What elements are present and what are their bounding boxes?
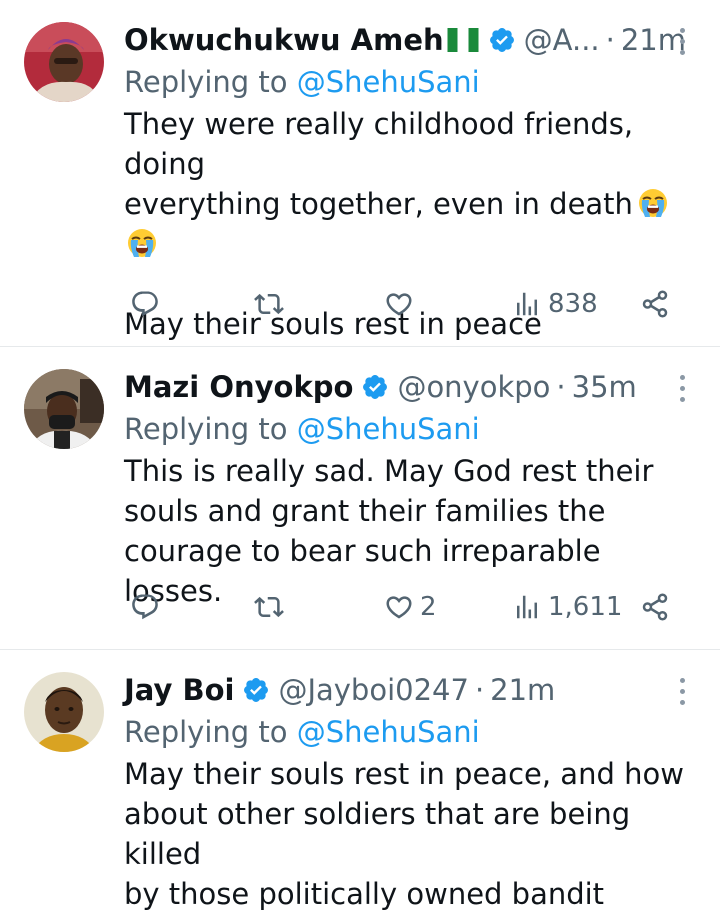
retweet-button[interactable] xyxy=(254,587,284,627)
author-name[interactable]: Okwuchukwu Ameh xyxy=(124,23,444,57)
verified-badge-icon xyxy=(361,373,389,401)
author-name[interactable]: Jay Boi xyxy=(124,673,234,707)
views-icon xyxy=(512,592,542,622)
tweet[interactable]: Okwuchukwu Ameh @A... · 21m Replying to … xyxy=(0,0,720,347)
verified-badge-icon xyxy=(242,676,270,704)
tweet[interactable]: Jay Boi @Jayboi0247 · 21m Replying to @S… xyxy=(0,650,720,911)
replying-label: Replying to xyxy=(124,715,288,749)
views-icon xyxy=(512,289,542,319)
reply-mention-link[interactable]: @ShehuSani xyxy=(297,65,480,99)
nigeria-flag-icon xyxy=(447,28,479,52)
loudly-crying-face-icon xyxy=(637,187,669,219)
separator-dot: · xyxy=(605,23,615,57)
more-options-icon[interactable] xyxy=(678,22,686,55)
tweet-text-line: They were really childhood friends, doin… xyxy=(124,107,643,181)
share-icon xyxy=(640,592,670,622)
replying-to: Replying to @ShehuSani xyxy=(124,62,700,102)
verified-badge-icon xyxy=(488,26,516,54)
avatar[interactable] xyxy=(24,369,104,449)
reply-button[interactable] xyxy=(130,587,160,627)
views-button[interactable]: 1,611 xyxy=(512,587,622,627)
share-icon xyxy=(640,289,670,319)
views-button[interactable]: 838 xyxy=(512,284,598,324)
separator-dot: · xyxy=(474,673,485,707)
author-handle[interactable]: @A... xyxy=(524,23,600,57)
timestamp[interactable]: 21m xyxy=(621,23,686,57)
retweet-button[interactable] xyxy=(254,284,284,324)
separator-dot: · xyxy=(556,370,566,404)
views-count: 1,611 xyxy=(548,592,623,622)
replying-to: Replying to @ShehuSani xyxy=(124,409,700,449)
more-options-icon[interactable] xyxy=(678,369,686,402)
timestamp[interactable]: 21m xyxy=(490,673,555,707)
author-name[interactable]: Mazi Onyokpo xyxy=(124,370,353,404)
author-handle[interactable]: @onyokpo xyxy=(397,370,550,404)
share-button[interactable] xyxy=(640,587,670,627)
avatar[interactable] xyxy=(24,22,104,102)
reply-mention-link[interactable]: @ShehuSani xyxy=(297,715,480,749)
retweet-icon xyxy=(254,592,284,622)
like-button[interactable] xyxy=(384,284,414,324)
views-count: 838 xyxy=(548,289,598,319)
share-button[interactable] xyxy=(640,284,670,324)
tweet[interactable]: Mazi Onyokpo @onyokpo · 35m Replying to … xyxy=(0,347,720,650)
retweet-icon xyxy=(254,289,284,319)
heart-icon xyxy=(384,289,414,319)
heart-icon xyxy=(384,592,414,622)
more-options-icon[interactable] xyxy=(678,672,686,705)
reply-icon xyxy=(130,592,160,622)
likes-count: 2 xyxy=(420,592,437,622)
timestamp[interactable]: 35m xyxy=(572,370,637,404)
replying-label: Replying to xyxy=(124,412,288,446)
replying-to: Replying to @ShehuSani xyxy=(124,712,700,752)
reply-icon xyxy=(130,289,160,319)
like-button[interactable]: 2 xyxy=(384,587,437,627)
author-handle[interactable]: @Jayboi0247 xyxy=(278,673,469,707)
reply-mention-link[interactable]: @ShehuSani xyxy=(297,412,480,446)
tweet-text-line: everything together, even in death xyxy=(124,187,633,221)
tweet-text: May their souls rest in peace, and how a… xyxy=(124,757,684,911)
loudly-crying-face-icon xyxy=(126,227,158,259)
reply-button[interactable] xyxy=(130,284,160,324)
replying-label: Replying to xyxy=(124,65,288,99)
avatar[interactable] xyxy=(24,672,104,752)
